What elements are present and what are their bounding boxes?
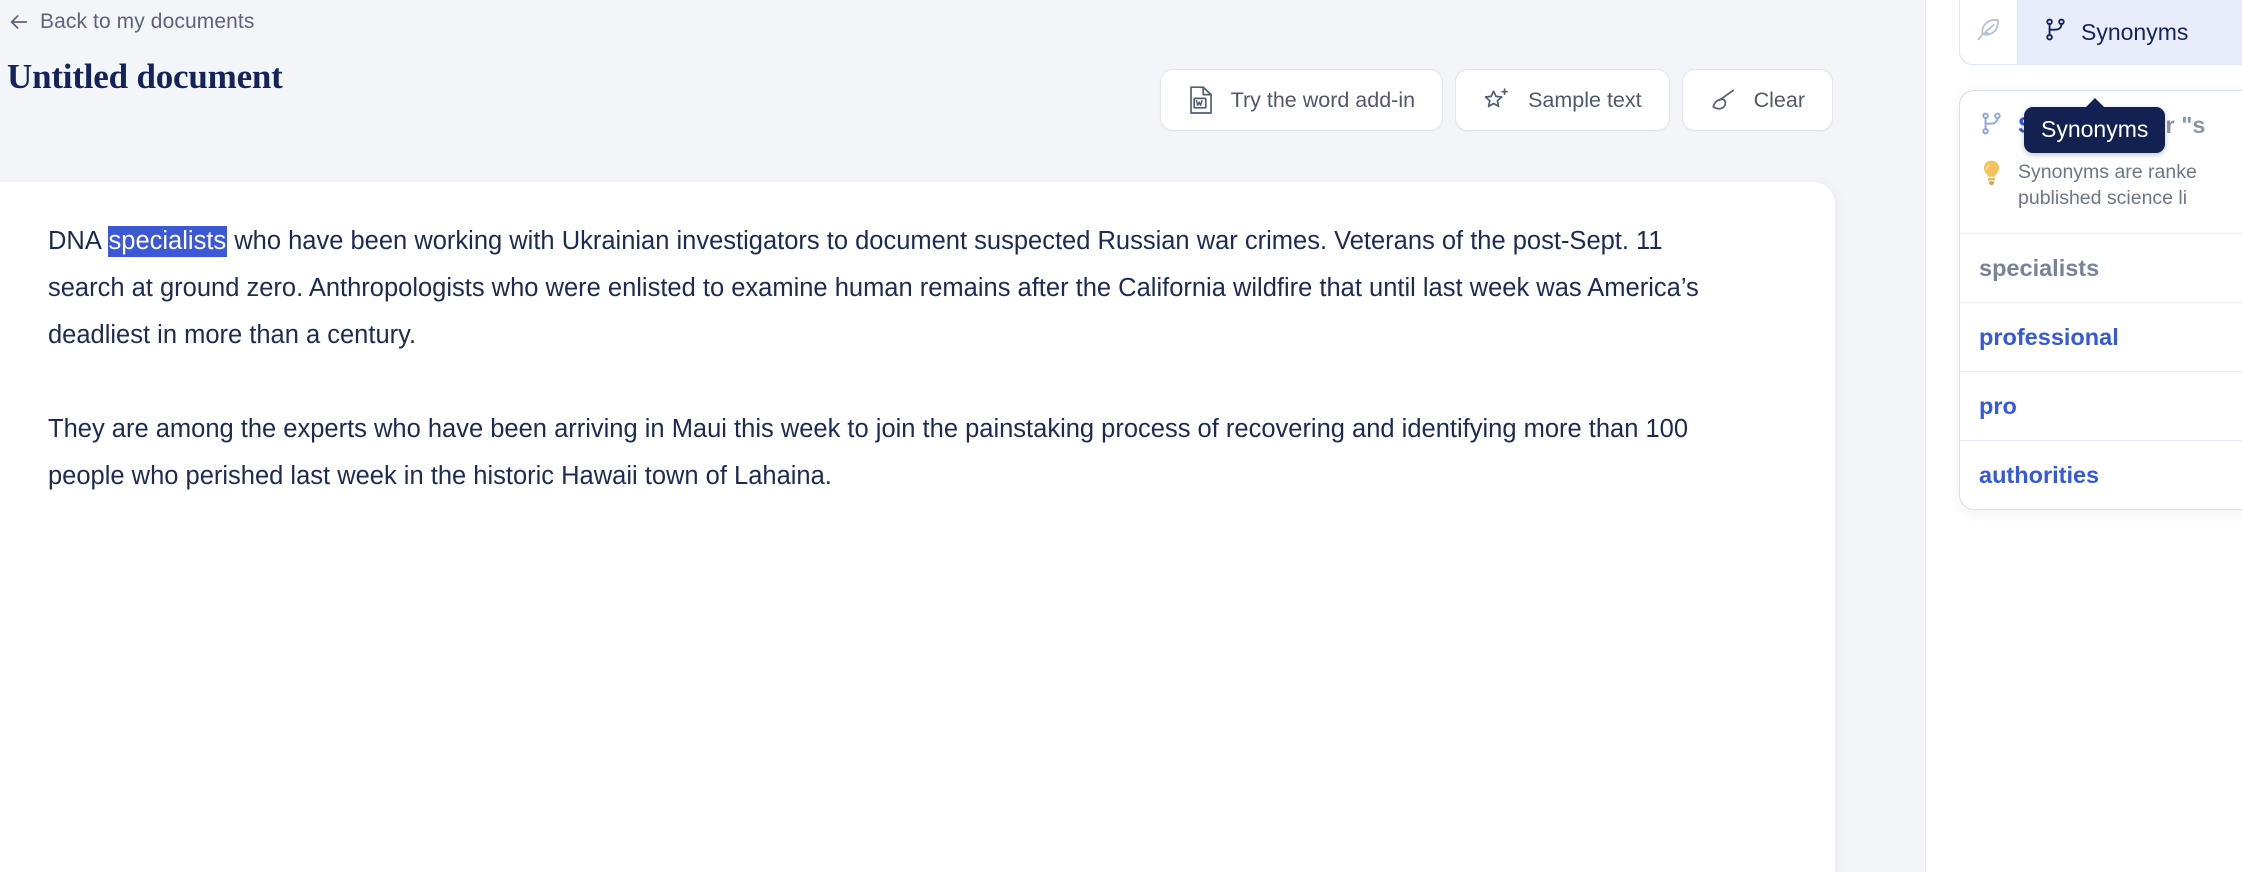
git-branch-icon — [2043, 17, 2068, 47]
synonym-word: authorities — [1979, 461, 2100, 488]
paragraph-1: DNA specialists who have been working wi… — [48, 218, 1738, 359]
synonym-word: specialists — [1979, 254, 2100, 281]
document-workspace: Back to my documents Untitled document T… — [0, 0, 1925, 872]
clear-label: Clear — [1753, 87, 1805, 112]
back-to-documents-link[interactable]: Back to my documents — [8, 8, 254, 36]
synonyms-card: Synonyms for "s Synonyms are ranke publi… — [1959, 90, 2242, 510]
paragraph-1-before: DNA — [48, 227, 108, 255]
paragraph-2: They are among the experts who have been… — [48, 406, 1738, 500]
synonym-row[interactable]: professional — [1960, 302, 2242, 371]
document-editor-card: DNA specialists who have been working wi… — [0, 182, 1835, 872]
sparkle-star-icon — [1483, 86, 1511, 114]
editor-toolbar: Try the word add-in Sample text Clear — [1159, 69, 1833, 131]
clear-button[interactable]: Clear — [1681, 69, 1833, 131]
lightbulb-icon — [1979, 159, 2004, 191]
synonym-row[interactable]: authorities — [1960, 440, 2242, 509]
synonym-word: pro — [1979, 392, 2017, 419]
feather-quill-icon — [1975, 16, 2002, 48]
synonym-row-current[interactable]: specialists — [1960, 233, 2242, 302]
brush-wand-icon — [1710, 87, 1737, 114]
synonym-row[interactable]: pro — [1960, 371, 2242, 440]
git-branch-icon — [1979, 111, 2004, 141]
tab-synonyms[interactable]: Synonyms — [2018, 0, 2242, 64]
sample-text-button[interactable]: Sample text — [1455, 69, 1670, 131]
tab-writing-assistant[interactable] — [1960, 0, 2018, 64]
sample-text-label: Sample text — [1528, 87, 1642, 112]
back-to-documents-label: Back to my documents — [40, 10, 255, 33]
arrow-left-icon — [8, 11, 30, 33]
tab-synonyms-label: Synonyms — [2081, 18, 2189, 45]
document-text-area[interactable]: DNA specialists who have been working wi… — [48, 218, 1738, 500]
synonyms-hint: Synonyms are ranke published science li — [1960, 141, 2242, 233]
word-document-icon — [1188, 85, 1214, 115]
synonym-word: professional — [1979, 323, 2119, 350]
synonyms-tooltip: Synonyms — [2024, 98, 2166, 153]
paragraph-1-after: who have been working with Ukrainian inv… — [48, 227, 1699, 349]
try-word-addin-label: Try the word add-in — [1230, 87, 1416, 112]
try-word-addin-button[interactable]: Try the word add-in — [1159, 69, 1444, 131]
selected-word-highlight[interactable]: specialists — [107, 226, 228, 257]
paragraph-2-text: They are among the experts who have been… — [48, 415, 1689, 490]
side-panel-tab-strip: Synonyms — [1959, 0, 2242, 65]
page-title[interactable]: Untitled document — [7, 57, 283, 97]
side-panel: Synonyms Synonyms for "s — [1925, 0, 2242, 872]
synonyms-hint-text: Synonyms are ranke published science li — [2018, 161, 2197, 209]
